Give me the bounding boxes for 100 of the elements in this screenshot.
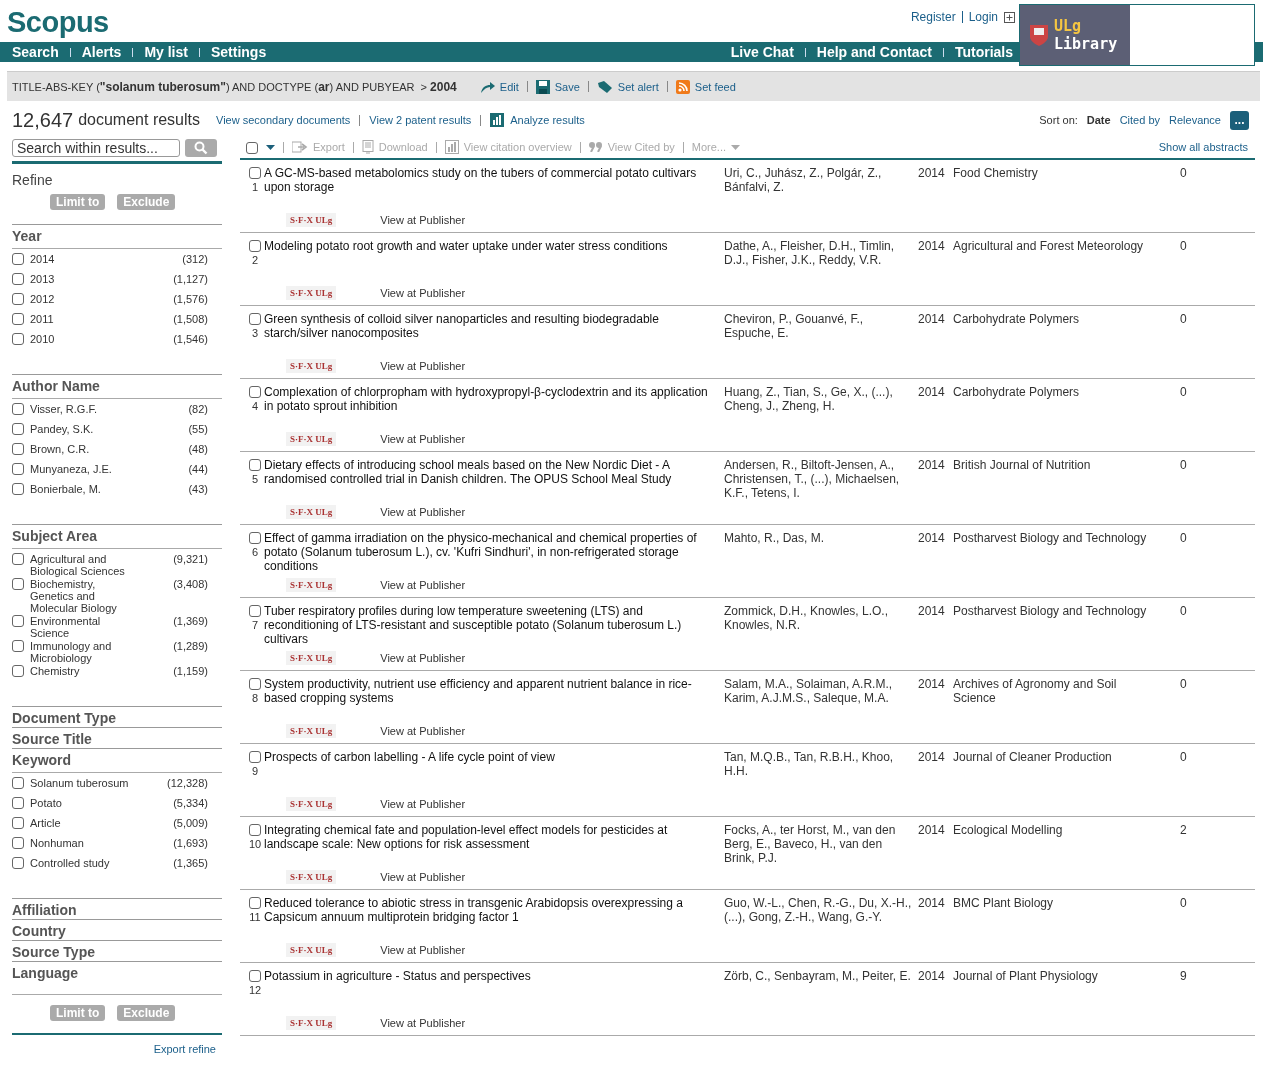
document-title[interactable]: Dietary effects of introducing school meals based on the New Nordic Diet - A randomised controlled trial in Danish children. The OPUS School Meal Study xyxy=(264,458,724,500)
sort-option[interactable]: Cited by xyxy=(1119,114,1160,126)
view-at-publisher-link[interactable]: View at Publisher xyxy=(380,287,466,299)
nav-link[interactable]: My list xyxy=(144,44,188,60)
view-at-publisher-link[interactable]: View at Publisher xyxy=(380,944,466,956)
query-action-link[interactable]: Edit xyxy=(478,79,519,94)
facet-title[interactable]: Source Type xyxy=(12,941,222,961)
facet-title[interactable]: Document Type xyxy=(12,707,222,727)
user-link[interactable]: Register xyxy=(910,10,956,24)
document-title[interactable]: A GC-MS-based metabolomics study on the tubers of commercial potato cultivars upon storage xyxy=(264,166,724,208)
document-title[interactable]: Modeling potato root growth and water uptake under water stress conditions xyxy=(264,239,724,281)
link-resolver-button[interactable]: S·F·X ULg xyxy=(286,213,337,227)
nav-link[interactable]: Help and Contact xyxy=(816,44,932,60)
view-at-publisher-link[interactable]: View at Publisher xyxy=(380,433,466,445)
caret-icon[interactable] xyxy=(266,144,275,150)
document-title[interactable]: Tuber respiratory profiles during low temperature sweetening (LTS) and reconditioning of LTS-resistant and susceptible potato (Solanum tuberosum L.) cultivars xyxy=(264,604,724,646)
document-title[interactable]: Prospects of carbon labelling - A life cycle point of view xyxy=(264,750,724,792)
search-within-field[interactable]: Search within results... xyxy=(12,139,180,157)
checkbox[interactable] xyxy=(249,970,261,982)
view-at-publisher-link[interactable]: View at Publisher xyxy=(380,360,466,372)
checkbox[interactable] xyxy=(12,640,24,652)
link-resolver-button[interactable]: S·F·X ULg xyxy=(286,578,337,592)
checkbox[interactable] xyxy=(249,678,261,690)
checkbox[interactable] xyxy=(12,463,24,475)
sort-option[interactable]: Relevance xyxy=(1169,114,1221,126)
document-title[interactable]: Reduced tolerance to abiotic stress in transgenic Arabidopsis overexpressing a Capsicum annuum multiprotein bridging factor 1 xyxy=(264,896,724,938)
checkbox[interactable] xyxy=(249,532,261,544)
checkbox[interactable] xyxy=(12,403,24,415)
query-action-link[interactable]: Set feed xyxy=(675,79,736,94)
checkbox[interactable] xyxy=(12,797,24,809)
link-resolver-button[interactable]: S·F·X ULg xyxy=(286,505,337,519)
view-at-publisher-link[interactable]: View at Publisher xyxy=(380,214,466,226)
view-at-publisher-link[interactable]: View at Publisher xyxy=(380,1017,466,1029)
view-at-publisher-link[interactable]: View at Publisher xyxy=(380,506,466,518)
facet-title[interactable]: Country xyxy=(12,920,222,940)
facet-title[interactable]: Affiliation xyxy=(12,899,222,919)
checkbox[interactable] xyxy=(12,253,24,265)
scopus-logo[interactable]: Scopus xyxy=(7,6,109,38)
facet-title[interactable]: Subject Area xyxy=(12,525,222,549)
nav-link[interactable]: Live Chat xyxy=(730,44,794,60)
query-action-link[interactable]: Set alert xyxy=(596,79,659,94)
link-resolver-button[interactable]: S·F·X ULg xyxy=(286,651,337,665)
view-at-publisher-link[interactable]: View at Publisher xyxy=(380,871,466,883)
show-abstracts-link[interactable]: Show all abstracts xyxy=(1158,141,1248,153)
checkbox[interactable] xyxy=(249,824,261,836)
checkbox[interactable] xyxy=(12,333,24,345)
checkbox[interactable] xyxy=(12,578,24,590)
nav-link[interactable]: Search xyxy=(12,44,59,60)
link-resolver-button[interactable]: S·F·X ULg xyxy=(286,286,337,300)
checkbox[interactable] xyxy=(249,240,261,252)
checkbox[interactable] xyxy=(249,459,261,471)
facet-title[interactable]: Language xyxy=(12,962,222,982)
checkbox[interactable] xyxy=(12,293,24,305)
facet-title[interactable]: Source Title xyxy=(12,728,222,748)
checkbox[interactable] xyxy=(249,313,261,325)
facet-title[interactable]: Keyword xyxy=(12,749,222,773)
checkbox[interactable] xyxy=(12,665,24,677)
checkbox[interactable] xyxy=(12,777,24,789)
link-resolver-button[interactable]: S·F·X ULg xyxy=(286,797,337,811)
checkbox[interactable] xyxy=(12,273,24,285)
view-at-publisher-link[interactable]: View at Publisher xyxy=(380,798,466,810)
checkbox[interactable] xyxy=(249,751,261,763)
link-resolver-button[interactable]: S·F·X ULg xyxy=(286,943,337,957)
link-resolver-button[interactable]: S·F·X ULg xyxy=(286,1016,337,1030)
facet-title[interactable]: Year xyxy=(12,225,222,249)
document-title[interactable]: Effect of gamma irradiation on the physico-mechanical and chemical properties of potato (Solanum tuberosum L.), cv. 'Kufri Sindhuri', in non-refrigerated storage conditions xyxy=(264,531,724,573)
document-title[interactable]: Potassium in agriculture - Status and perspectives xyxy=(264,969,724,1011)
analyze-results-link[interactable]: Analyze results xyxy=(490,113,585,127)
view-at-publisher-link[interactable]: View at Publisher xyxy=(380,579,466,591)
document-title[interactable]: Integrating chemical fate and population-level effect models for pesticides at landscape scale: New options for risk assessment xyxy=(264,823,724,865)
checkbox[interactable] xyxy=(12,615,24,627)
query-action-link[interactable]: Save xyxy=(535,79,580,94)
select-all-checkbox[interactable] xyxy=(246,141,258,154)
document-title[interactable]: Green synthesis of colloid silver nanoparticles and resulting biodegradable starch/silver nanocomposites xyxy=(264,312,724,354)
user-link[interactable]: Login xyxy=(968,10,998,24)
link-resolver-button[interactable]: S·F·X ULg xyxy=(286,432,337,446)
sort-option[interactable]: Date xyxy=(1086,114,1111,126)
checkbox[interactable] xyxy=(12,313,24,325)
results-link[interactable]: View secondary documents xyxy=(216,114,351,126)
view-at-publisher-link[interactable]: View at Publisher xyxy=(380,725,466,737)
checkbox[interactable] xyxy=(12,443,24,455)
checkbox[interactable] xyxy=(249,386,261,398)
checkbox[interactable] xyxy=(249,167,261,179)
document-title[interactable]: System productivity, nutrient use efficiency and apparent nutrient balance in rice-based cropping systems xyxy=(264,677,724,719)
checkbox[interactable] xyxy=(12,817,24,829)
checkbox[interactable] xyxy=(12,553,24,565)
nav-link[interactable]: Alerts xyxy=(81,44,122,60)
view-at-publisher-link[interactable]: View at Publisher xyxy=(380,652,466,664)
more-options-button[interactable]: ... xyxy=(1230,110,1249,130)
checkbox[interactable] xyxy=(12,423,24,435)
facet-title[interactable]: Author Name xyxy=(12,375,222,399)
link-resolver-button[interactable]: S·F·X ULg xyxy=(286,359,337,373)
nav-link[interactable]: Tutorials xyxy=(954,44,1013,60)
export-refine-link[interactable]: Export refine xyxy=(153,1043,216,1055)
link-resolver-button[interactable]: S·F·X ULg xyxy=(286,870,337,884)
results-link[interactable]: View 2 patent results xyxy=(369,114,472,126)
checkbox[interactable] xyxy=(249,605,261,617)
checkbox[interactable] xyxy=(12,857,24,869)
nav-link[interactable]: Settings xyxy=(210,44,267,60)
checkbox[interactable] xyxy=(12,483,24,495)
